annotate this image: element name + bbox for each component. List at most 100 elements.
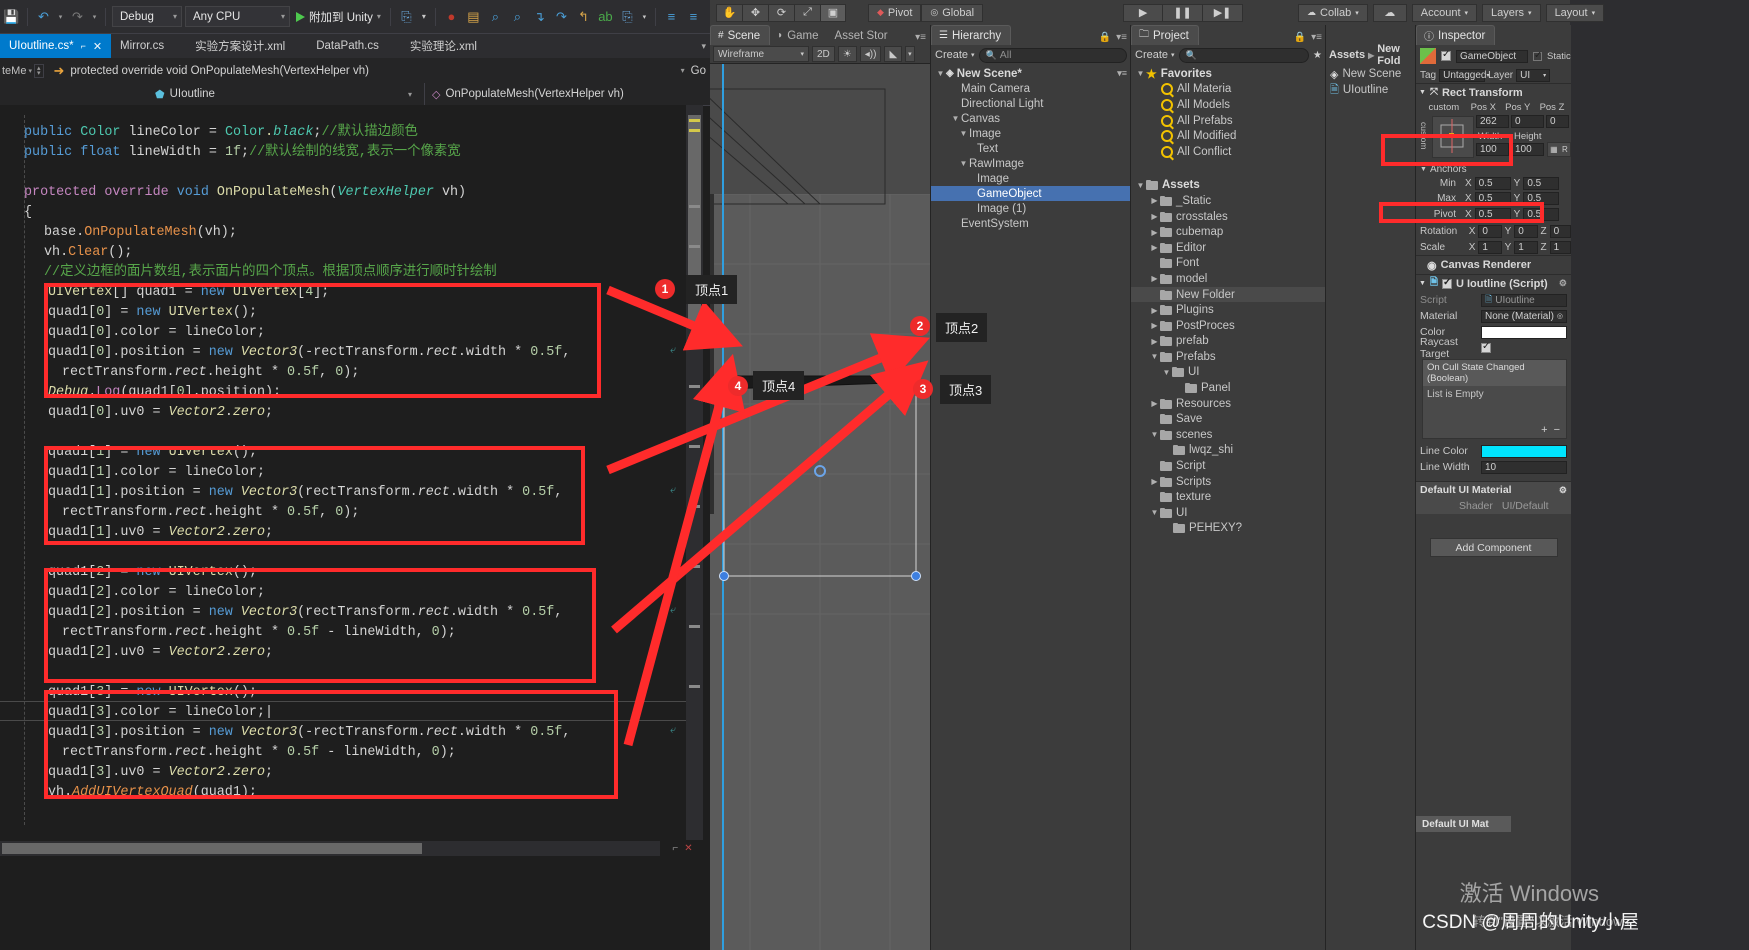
asset-folder-cubemap[interactable]: ▶ cubemap xyxy=(1131,224,1326,240)
filter-star-icon[interactable]: ★ xyxy=(1313,50,1322,61)
rect-transform-header[interactable]: ▼ ⤧ Rect Transform xyxy=(1416,83,1571,101)
spellcheck-icon[interactable]: ab xyxy=(596,6,615,28)
twisty-icon[interactable]: ▶ xyxy=(1149,212,1160,221)
shading-mode-select[interactable]: Wireframe ▾ xyxy=(713,46,809,62)
chevron-down-icon[interactable]: ▾ xyxy=(681,66,685,75)
rotate-tool-icon[interactable]: ⟳ xyxy=(768,3,794,22)
panel-menu-icon[interactable]: ▾≡ xyxy=(1311,32,1322,43)
tab-uioutline-cs[interactable]: UIoutline.cs* ⌐ ✕ xyxy=(0,34,112,58)
scale-y-field[interactable]: 1 xyxy=(1514,240,1538,254)
layout-button[interactable]: Layout ▾ xyxy=(1545,3,1605,22)
scale-x-field[interactable]: 1 xyxy=(1478,240,1502,254)
add-component-button[interactable]: Add Component xyxy=(1429,538,1558,557)
twisty-icon[interactable]: ▶ xyxy=(1149,337,1160,346)
twisty-icon[interactable]: ▼ xyxy=(935,69,946,78)
fold-marker-icon[interactable]: ⤶ xyxy=(670,485,676,497)
remove-event-icon[interactable]: − xyxy=(1554,424,1560,436)
twisty-icon[interactable]: ▶ xyxy=(1149,399,1160,408)
effects-icon[interactable]: ◣ xyxy=(884,46,903,62)
twisty-icon[interactable]: ▼ xyxy=(1149,352,1160,361)
twisty-icon[interactable]: ▼ xyxy=(1419,280,1426,287)
layers-button[interactable]: Layers ▾ xyxy=(1482,3,1541,22)
hierarchy-item-image-1[interactable]: Image (1) xyxy=(931,201,1131,216)
twisty-icon[interactable]: ▶ xyxy=(1149,321,1160,330)
tab-mirror-cs[interactable]: Mirror.cs xyxy=(111,34,173,58)
twisty-icon[interactable]: ▶ xyxy=(1149,274,1160,283)
twisty-icon[interactable]: ▼ xyxy=(958,159,969,168)
code-vertical-scrollbar[interactable] xyxy=(686,105,703,840)
twisty-icon[interactable]: ▼ xyxy=(1149,508,1160,517)
pivot-toggle[interactable]: ◆ Pivot xyxy=(868,3,922,22)
scale-z-field[interactable]: 1 xyxy=(1549,240,1571,254)
line-color-swatch[interactable] xyxy=(1481,444,1567,458)
hierarchy-tree[interactable]: ▼ ◈ New Scene* ▾≡ Main Camera Directiona… xyxy=(931,66,1131,950)
static-checkbox[interactable] xyxy=(1533,50,1542,61)
pos-z-field[interactable]: 0 xyxy=(1546,115,1569,128)
tab-datapath-cs[interactable]: DataPath.cs xyxy=(294,34,388,58)
favorite-all-models[interactable]: All Models xyxy=(1131,97,1326,113)
rotation-x-field[interactable]: 0 xyxy=(1478,224,1502,238)
hierarchy-item-gameobject[interactable]: GameObject xyxy=(931,186,1131,201)
play-button[interactable]: ▶ xyxy=(1123,3,1164,22)
hierarchy-item-image[interactable]: ▼ Image xyxy=(931,126,1131,141)
line-width-field[interactable]: 10 xyxy=(1481,460,1567,474)
cloud-button[interactable]: ☁ xyxy=(1372,3,1407,22)
script-field[interactable]: 🗎 UIoutline xyxy=(1481,293,1567,307)
hierarchy-scene-row[interactable]: ▼ ◈ New Scene* ▾≡ xyxy=(931,66,1131,81)
pin-icon[interactable]: ⌐ xyxy=(81,41,86,51)
tab-overflow-icon[interactable]: ▾ xyxy=(701,34,710,58)
asset-folder-new-folder[interactable]: New Folder xyxy=(1131,286,1326,303)
hierarchy-item-canvas[interactable]: ▼ Canvas xyxy=(931,111,1131,126)
scene-viewport[interactable] xyxy=(710,64,930,950)
pause-button[interactable]: ❚❚ xyxy=(1163,3,1204,22)
twisty-icon[interactable]: ▼ xyxy=(1135,181,1146,190)
hierarchy-item-image-child[interactable]: Image xyxy=(931,171,1131,186)
panel-menu-icon[interactable]: ▾≡ xyxy=(1116,32,1127,43)
asset-folder-postprocessing[interactable]: ▶ PostProces xyxy=(1131,318,1326,334)
fold-marker-icon[interactable]: ⤶ xyxy=(670,725,676,737)
tab-asset-store[interactable]: Asset Stor xyxy=(828,26,897,45)
twisty-icon[interactable]: ▼ xyxy=(950,114,961,123)
twisty-icon[interactable]: ▶ xyxy=(1149,243,1160,252)
hierarchy-create-button[interactable]: Create ▾ xyxy=(935,49,975,61)
asset-folder-resources[interactable]: ▶ Resources xyxy=(1131,396,1326,412)
project-favorites-row[interactable]: ▼ ★ Favorites xyxy=(1131,66,1326,82)
asset-folder-plugins[interactable]: ▶ Plugins xyxy=(1131,302,1326,318)
find-replace-icon[interactable]: ⌕ xyxy=(508,6,527,28)
pos-x-field[interactable]: 262 xyxy=(1476,115,1509,128)
close-icon[interactable]: ✕ xyxy=(684,843,692,854)
twisty-icon[interactable]: ▼ xyxy=(958,129,969,138)
script-enabled-checkbox[interactable] xyxy=(1441,277,1452,289)
asset-folder-panel[interactable]: Panel xyxy=(1131,380,1326,396)
tag-select[interactable]: Untagged ▾ xyxy=(1439,68,1490,82)
favorite-all-materials[interactable]: All Materia xyxy=(1131,82,1326,98)
step-into-icon[interactable]: ↴ xyxy=(530,6,549,28)
tab-experiment-plan-xml[interactable]: 实验方案设计.xml xyxy=(173,34,294,58)
asset-folder-lwqz[interactable]: lwqz_shi xyxy=(1131,443,1326,459)
twisty-icon[interactable]: ▼ xyxy=(1419,89,1426,96)
redo-icon[interactable]: ↷ xyxy=(68,6,87,28)
fold-marker-icon[interactable]: ⤶ xyxy=(670,345,676,357)
asset-folder-prefabs[interactable]: ▼ Prefabs xyxy=(1131,349,1326,365)
pin-icon[interactable]: ⌐ xyxy=(672,843,678,854)
comment-icon[interactable]: ≡ xyxy=(662,6,681,28)
shader-value[interactable]: UI/Default xyxy=(1496,500,1549,512)
material-field[interactable]: None (Material) ◎ xyxy=(1481,309,1567,323)
code-horizontal-scrollbar[interactable] xyxy=(0,841,660,856)
nav-go-button[interactable]: Go xyxy=(691,65,706,77)
close-icon[interactable]: ✕ xyxy=(93,40,102,53)
pos-y-field[interactable]: 0 xyxy=(1511,115,1544,128)
script-component-header[interactable]: ▼ 🗎 U Ioutline (Script) ⚙ xyxy=(1416,274,1571,292)
refactor-dropdown-icon[interactable]: ▾ xyxy=(640,6,649,28)
anchor-min-y-field[interactable]: 0.5 xyxy=(1523,177,1560,190)
find-icon[interactable]: ⌕ xyxy=(486,6,505,28)
save-all-icon[interactable]: 💾 xyxy=(2,6,21,28)
canvas-renderer-header[interactable]: ◉ Canvas Renderer xyxy=(1416,255,1571,274)
breadcrumb-assets[interactable]: Assets xyxy=(1329,49,1365,61)
step-over-icon[interactable]: ↷ xyxy=(552,6,571,28)
lock-icon[interactable]: 🔒 xyxy=(1099,32,1111,43)
asset-folder-pehexy[interactable]: PEHEXY? xyxy=(1131,521,1326,537)
asset-folder-ui[interactable]: ▼ UI xyxy=(1131,365,1326,381)
twisty-icon[interactable]: ▼ xyxy=(1149,430,1160,439)
step-button[interactable]: ▶❚ xyxy=(1203,3,1244,22)
